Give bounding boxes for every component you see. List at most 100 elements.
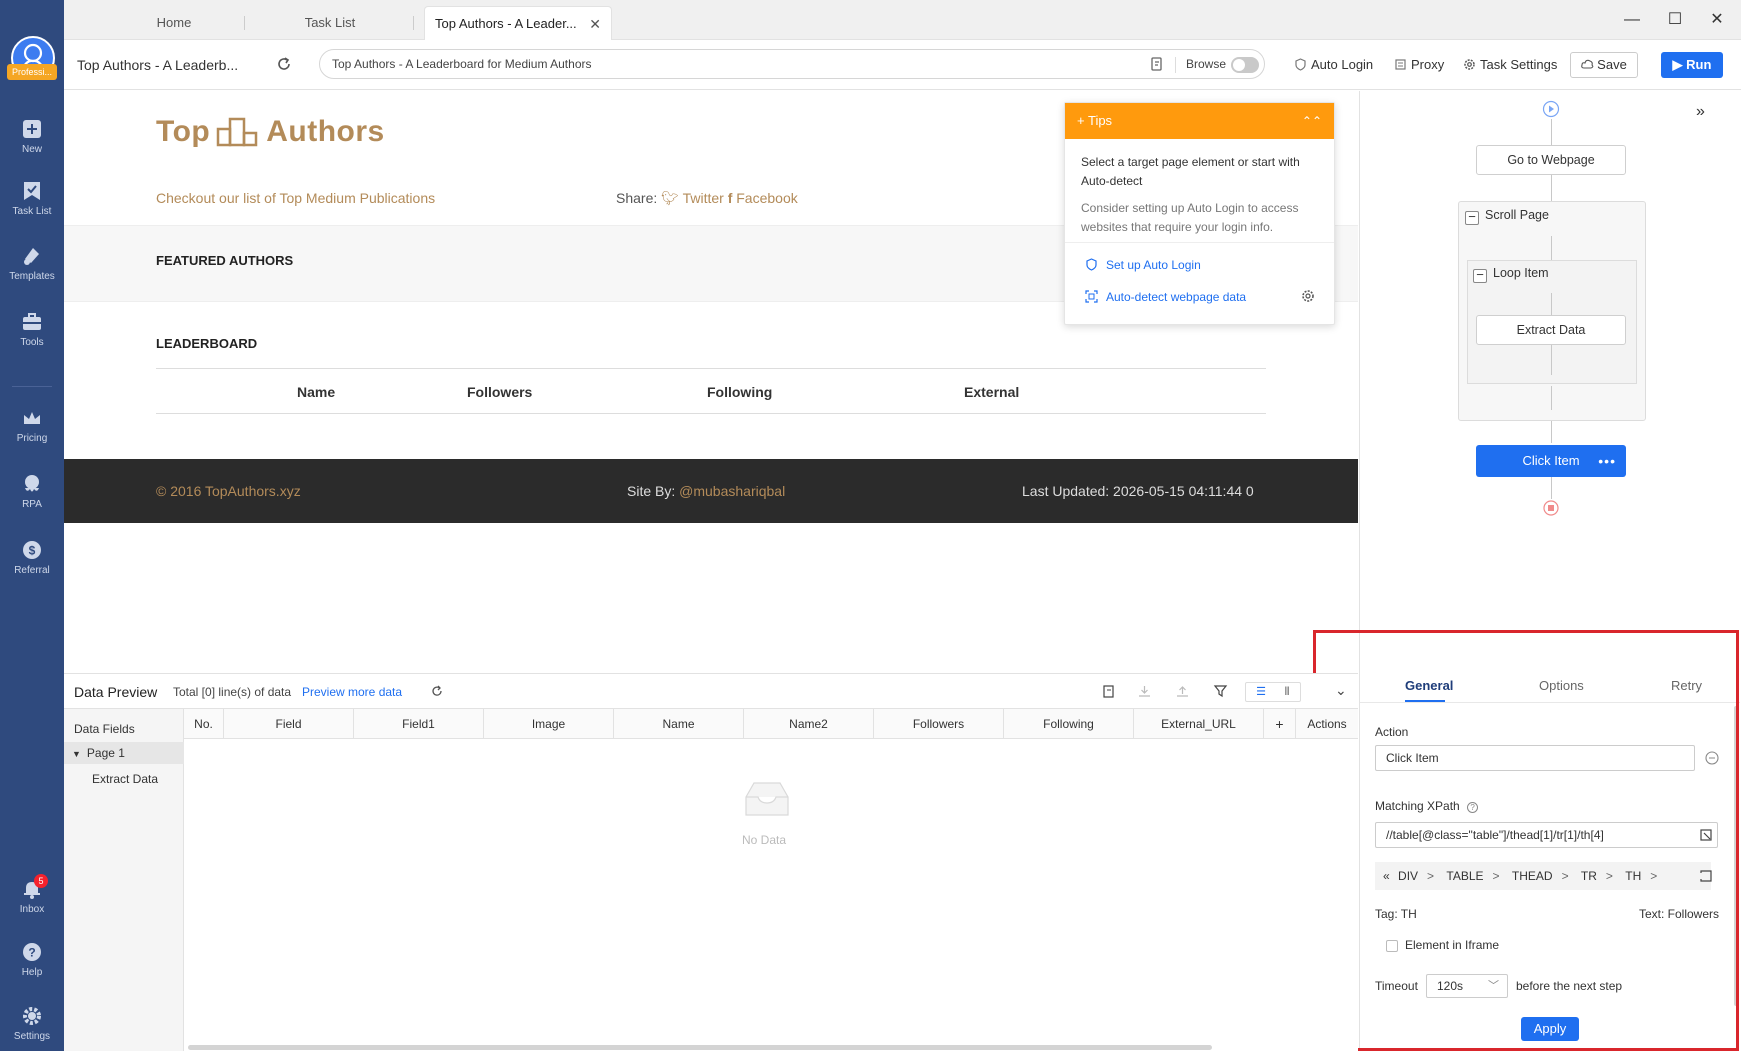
preview-more-link[interactable]: Preview more data — [302, 685, 402, 699]
tab-options[interactable]: Options — [1539, 678, 1584, 693]
chevron-down-icon[interactable]: ⌄ — [1335, 682, 1347, 699]
col-header-field[interactable]: Field — [224, 709, 354, 739]
info-circle-icon[interactable] — [1705, 751, 1719, 765]
add-column-button[interactable]: + — [1264, 709, 1296, 739]
timeout-select[interactable]: 120s ﹀ — [1426, 974, 1508, 998]
col-header-field1[interactable]: Field1 — [354, 709, 484, 739]
download-icon[interactable] — [1137, 684, 1152, 699]
sidebar-item-inbox[interactable]: 5 Inbox — [0, 874, 64, 915]
browse-toggle[interactable] — [1231, 57, 1259, 73]
plus-icon: + — [1077, 113, 1085, 128]
checkout-link[interactable]: Checkout our list of Top Medium Publicat… — [156, 190, 435, 206]
refresh-icon[interactable] — [430, 684, 444, 698]
sidebar-item-rpa[interactable]: RPA — [0, 473, 64, 510]
minimize-icon[interactable]: — — [1622, 10, 1642, 30]
page-source-icon[interactable] — [1149, 56, 1165, 72]
auto-detect-link[interactable]: Auto-detect webpage data — [1085, 290, 1246, 304]
breadcrumb-table[interactable]: TABLE — [1446, 869, 1483, 883]
sidebar-item-task-list[interactable]: Task List — [0, 180, 64, 217]
task-settings-button[interactable]: Task Settings — [1463, 57, 1557, 72]
reload-icon[interactable] — [275, 55, 293, 73]
apply-button[interactable]: Apply — [1521, 1017, 1579, 1041]
col-header-external-url[interactable]: External_URL — [1134, 709, 1264, 739]
sidebar-item-help[interactable]: ? Help — [0, 941, 64, 978]
site-logo-right: Authors — [266, 115, 385, 148]
col-header-followers[interactable]: Followers — [874, 709, 1004, 739]
tips-header[interactable]: + Tips ⌃⌃ — [1065, 103, 1334, 139]
leaderboard-header-external[interactable]: External — [964, 384, 1019, 400]
xpath-input[interactable]: //table[@class="table"]/thead[1]/tr[1]/t… — [1375, 822, 1718, 848]
breadcrumb-thead[interactable]: THEAD — [1512, 869, 1553, 883]
list-view-icon[interactable]: ☰ — [1248, 685, 1274, 699]
filter-icon[interactable] — [1213, 684, 1228, 699]
save-button[interactable]: Save — [1570, 52, 1638, 78]
more-icon[interactable]: ••• — [1598, 445, 1616, 477]
save-label: Save — [1597, 57, 1627, 72]
site-logo[interactable]: Top Authors — [156, 115, 385, 149]
timeout-value: 120s — [1437, 979, 1464, 993]
export-file-icon[interactable] — [1101, 684, 1116, 699]
col-header-name2[interactable]: Name2 — [744, 709, 874, 739]
maximize-icon[interactable]: ☐ — [1665, 10, 1685, 30]
flow-group-loop-item[interactable]: − Loop Item Extract Data — [1467, 260, 1637, 384]
auto-login-button[interactable]: Auto Login — [1294, 57, 1373, 72]
tab-top-authors[interactable]: Top Authors - A Leader... ✕ — [424, 6, 612, 40]
collapse-icon[interactable]: − — [1473, 268, 1487, 283]
col-header-no[interactable]: No. — [184, 709, 224, 739]
breadcrumb-tr[interactable]: TR — [1581, 869, 1597, 883]
url-bar[interactable]: Top Authors - A Leaderboard for Medium A… — [319, 49, 1265, 79]
tree-item-extract-data[interactable]: Extract Data — [92, 772, 158, 786]
sidebar-item-referral[interactable]: $ Referral — [0, 539, 64, 576]
chevron-up-icon[interactable]: ⌃⌃ — [1302, 103, 1322, 139]
tab-general[interactable]: General — [1405, 678, 1453, 693]
horizontal-scrollbar[interactable] — [188, 1045, 1212, 1050]
expand-icon[interactable] — [1700, 870, 1712, 882]
sidebar-item-settings[interactable]: Settings — [0, 1005, 64, 1042]
twitter-link[interactable]: 🐦︎ Twitter — [661, 190, 724, 206]
breadcrumb-div[interactable]: DIV — [1398, 869, 1418, 883]
flow-node-click-item[interactable]: Click Item ••• — [1476, 445, 1626, 477]
sidebar-item-templates[interactable]: Templates — [0, 245, 64, 282]
leaderboard-header-following[interactable]: Following — [707, 384, 772, 400]
breadcrumb-th[interactable]: TH — [1625, 869, 1641, 883]
collapse-icon[interactable]: − — [1465, 210, 1479, 225]
gear-icon[interactable] — [1301, 289, 1315, 303]
window-close-icon[interactable]: ✕ — [1707, 10, 1727, 30]
sidebar-item-new[interactable]: New — [0, 118, 64, 155]
flow-node-go-to-webpage[interactable]: Go to Webpage — [1476, 145, 1626, 175]
footer-copyright[interactable]: © 2016 TopAuthors.xyz — [156, 483, 301, 499]
flow-group-scroll-page[interactable]: − Scroll Page − Loop Item Extract Data — [1458, 201, 1646, 421]
run-button[interactable]: ▶ Run — [1661, 52, 1723, 78]
proxy-button[interactable]: Proxy — [1394, 57, 1444, 72]
collapse-panel-icon[interactable]: » — [1696, 103, 1705, 121]
leaderboard-header-followers[interactable]: Followers — [467, 384, 532, 400]
setup-auto-login-link[interactable]: Set up Auto Login — [1085, 258, 1201, 272]
leaderboard-header-name[interactable]: Name — [297, 384, 335, 400]
help-circle-icon[interactable]: ? — [1467, 802, 1479, 813]
iframe-checkbox[interactable] — [1386, 940, 1398, 952]
tab-task-list[interactable]: Task List — [260, 6, 400, 40]
flow-node-extract-data[interactable]: Extract Data — [1476, 315, 1626, 345]
element-picker-icon[interactable] — [1700, 829, 1712, 841]
tree-item-page-1[interactable]: ▼ Page 1 — [64, 742, 184, 764]
upload-icon[interactable] — [1175, 684, 1190, 699]
data-total: Total [0] line(s) of data — [173, 685, 292, 699]
footer-author-link[interactable]: @mubashariqbal — [679, 483, 785, 499]
facebook-link[interactable]: f Facebook — [728, 190, 798, 206]
breadcrumb-back-icon[interactable]: « — [1383, 869, 1390, 883]
chevron-right-icon: > — [1561, 869, 1569, 883]
settings-scrollbar[interactable] — [1734, 706, 1738, 1006]
column-view-icon[interactable]: ⦀ — [1274, 685, 1300, 699]
close-icon[interactable]: ✕ — [589, 7, 601, 41]
action-input[interactable]: Click Item — [1375, 745, 1695, 771]
col-header-following[interactable]: Following — [1004, 709, 1134, 739]
sidebar-label: RPA — [22, 499, 42, 510]
tab-retry[interactable]: Retry — [1671, 678, 1702, 693]
col-header-actions[interactable]: Actions — [1296, 709, 1358, 739]
sidebar-item-tools[interactable]: Tools — [0, 311, 64, 348]
tab-home[interactable]: Home — [104, 6, 244, 40]
sidebar-item-pricing[interactable]: Pricing — [0, 407, 64, 444]
col-header-name[interactable]: Name — [614, 709, 744, 739]
col-header-image[interactable]: Image — [484, 709, 614, 739]
timeout-label: Timeout — [1375, 979, 1418, 993]
